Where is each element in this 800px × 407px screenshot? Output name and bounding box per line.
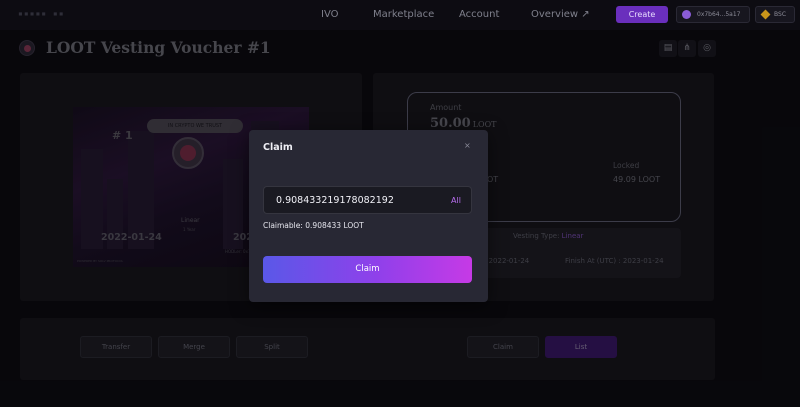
- claim-button[interactable]: Claim: [263, 256, 472, 283]
- close-icon[interactable]: ×: [464, 141, 471, 150]
- claim-modal: Claim × 0.908433219178082192 All Claimab…: [249, 130, 488, 302]
- wallet-button[interactable]: 0x7b64...5a17: [676, 6, 750, 23]
- top-nav: ▪▪▪▪▪ ▪▪ IVO Marketplace Account Overvie…: [0, 0, 800, 30]
- bsc-icon: [760, 9, 771, 20]
- wallet-avatar-icon: [682, 10, 691, 19]
- nav-ivo[interactable]: IVO: [321, 9, 339, 20]
- claim-amount-value: 0.908433219178082192: [276, 195, 394, 206]
- nav-account[interactable]: Account: [459, 9, 499, 20]
- create-button[interactable]: Create: [616, 6, 668, 23]
- claimable-text: Claimable: 0.908433 LOOT: [263, 221, 364, 230]
- modal-title: Claim: [263, 142, 293, 153]
- nav-overview[interactable]: Overview ↗: [531, 9, 590, 20]
- chain-selector[interactable]: BSC: [755, 6, 795, 23]
- wallet-address: 0x7b64...5a17: [697, 11, 741, 18]
- chain-label: BSC: [774, 11, 787, 18]
- nav-marketplace[interactable]: Marketplace: [373, 9, 434, 20]
- claim-amount-input[interactable]: 0.908433219178082192 All: [263, 186, 472, 214]
- app-logo[interactable]: ▪▪▪▪▪ ▪▪: [18, 9, 88, 19]
- all-button[interactable]: All: [451, 196, 461, 205]
